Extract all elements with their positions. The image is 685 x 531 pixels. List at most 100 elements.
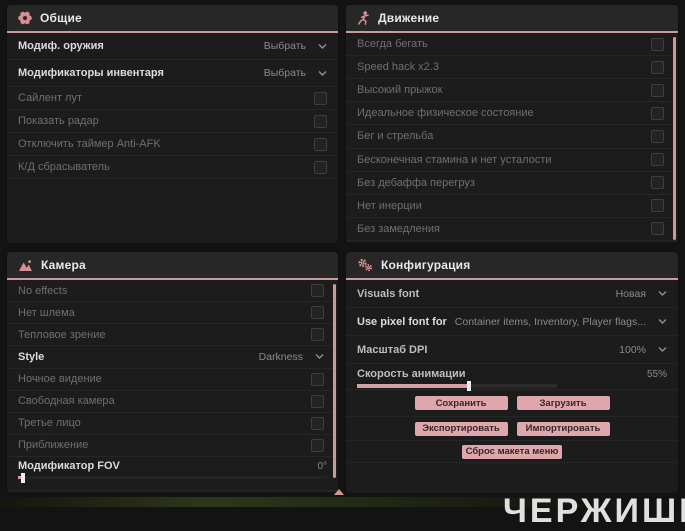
- gears-icon: [358, 258, 373, 272]
- toggle-label: Высокий прыжок: [357, 84, 443, 97]
- image-icon: [19, 259, 32, 271]
- animation-speed-row: Скорость анимации 55%: [346, 364, 678, 391]
- toggle-label: Приближение: [18, 439, 89, 452]
- slider-value: 55%: [646, 368, 667, 380]
- panel-movement: Движение Всегда бегать Speed hack x2.3 В…: [346, 5, 678, 243]
- checkbox[interactable]: [651, 222, 664, 236]
- toggle-label: No effects: [18, 284, 68, 297]
- checkbox[interactable]: [311, 394, 324, 408]
- toggle-row: Всегда бегать: [346, 33, 678, 57]
- checkbox[interactable]: [651, 199, 664, 213]
- toggle-label: Отключить таймер Anti-AFK: [18, 138, 161, 150]
- panel-title: Общие: [40, 11, 82, 25]
- fov-modifier-row: Модификатор FOV 0°: [7, 457, 338, 491]
- dropdown-row: Модификаторы инвентаря Выбрать: [7, 60, 338, 87]
- panel-camera-header[interactable]: Камера: [7, 252, 338, 280]
- checkbox[interactable]: [311, 284, 324, 298]
- toggle-row: Приближение: [7, 435, 338, 457]
- toggle-label: Тепловое зрение: [18, 328, 106, 341]
- checkbox[interactable]: [651, 83, 664, 97]
- toggle-row: Без замедления: [346, 218, 678, 241]
- reset-layout-button[interactable]: Сброс макета меню: [462, 444, 562, 459]
- chevron-down-icon: [658, 291, 667, 296]
- toggle-row: Тепловое зрение: [7, 324, 338, 347]
- checkbox[interactable]: [651, 37, 664, 51]
- style-dropdown[interactable]: Darkness: [259, 351, 324, 363]
- chevron-down-icon: [658, 347, 667, 352]
- toggle-row: Высокий прыжок: [346, 79, 678, 103]
- checkbox[interactable]: [314, 160, 327, 174]
- dropdown-label: Use pixel font for: [357, 315, 447, 328]
- dropdown-row: Модиф. оружия Выбрать: [7, 33, 338, 60]
- config-buttons-row-2: Экспортировать Импортировать: [346, 417, 678, 441]
- import-button[interactable]: Импортировать: [516, 421, 610, 436]
- toggle-row: Сайлент лут: [7, 87, 338, 110]
- toggle-label: Без замедления: [357, 222, 440, 235]
- watermark-text: ЧЕРЖИШЕ: [503, 492, 685, 530]
- panel-general-header[interactable]: Общие: [7, 5, 338, 33]
- checkbox[interactable]: [314, 114, 327, 128]
- panel-general: Общие Модиф. оружия Выбрать Модификаторы…: [7, 5, 338, 243]
- dropdown-value: Darkness: [258, 350, 303, 363]
- checkbox[interactable]: [651, 60, 664, 74]
- animation-speed-slider-fill: [357, 384, 467, 388]
- save-button[interactable]: Сохранить: [414, 396, 508, 410]
- animation-speed-slider-handle[interactable]: [467, 381, 471, 391]
- checkbox[interactable]: [311, 438, 324, 452]
- dropdown-value: 100%: [619, 343, 646, 356]
- fov-slider-track[interactable]: [18, 472, 327, 483]
- export-button[interactable]: Экспортировать: [414, 421, 508, 436]
- toggle-row: К/Д сбрасыватель: [7, 156, 338, 179]
- checkbox[interactable]: [651, 153, 664, 167]
- pixel-font-dropdown[interactable]: Container items, Inventory, Player flags…: [455, 316, 667, 328]
- dropdown-label: Visuals font: [357, 287, 420, 300]
- toggle-label: Идеальное физическое состояние: [357, 107, 534, 120]
- toggle-row: Нет инерции: [346, 195, 678, 218]
- dropdown-label: Модификаторы инвентаря: [18, 67, 164, 79]
- toggle-row: Нет шлема: [7, 302, 338, 325]
- checkbox[interactable]: [311, 372, 324, 386]
- toggle-label: К/Д сбрасыватель: [18, 161, 110, 173]
- chevron-down-icon: [318, 70, 327, 76]
- fov-slider-handle[interactable]: [21, 472, 26, 483]
- toggle-row: Ночное видение: [7, 369, 338, 391]
- dropdown-value: Container items, Inventory, Player flags…: [454, 315, 646, 328]
- checkbox[interactable]: [651, 106, 664, 120]
- toggle-label: Сайлент лут: [18, 92, 82, 104]
- scrollbar[interactable]: [333, 284, 336, 478]
- panel-config-header[interactable]: Конфигурация: [346, 252, 678, 280]
- flower-icon: [18, 11, 32, 25]
- panel-general-rows: Модиф. оружия Выбрать Модификаторы инвен…: [7, 33, 338, 179]
- toggle-row: Отключить таймер Anti-AFK: [7, 133, 338, 156]
- dropdown-value: Выбрать: [263, 67, 306, 79]
- dropdown-label: Style: [18, 350, 45, 363]
- chevron-down-icon: [315, 354, 324, 360]
- resize-handle[interactable]: [334, 489, 344, 495]
- config-buttons-row-1: Сохранить Загрузить: [346, 390, 678, 417]
- animation-speed-slider-track[interactable]: [357, 381, 557, 391]
- dpi-scale-dropdown[interactable]: 100%: [619, 344, 667, 356]
- inventory-mods-dropdown[interactable]: Выбрать: [264, 67, 327, 79]
- visuals-font-dropdown[interactable]: Новая: [616, 288, 667, 300]
- config-buttons-row-3: Сброс макета меню: [346, 441, 678, 463]
- checkbox[interactable]: [311, 306, 324, 320]
- panel-camera: Камера No effects Нет шлема Тепловое зре…: [7, 252, 338, 493]
- checkbox[interactable]: [311, 416, 324, 430]
- scrollbar[interactable]: [673, 37, 676, 240]
- toggle-row: Свободная камера: [7, 391, 338, 413]
- dropdown-row: Visuals font Новая: [346, 280, 678, 308]
- checkbox[interactable]: [651, 176, 664, 190]
- slider-label: Модификатор FOV: [18, 460, 120, 472]
- toggle-row: Третье лицо: [7, 413, 338, 435]
- checkbox[interactable]: [314, 91, 327, 105]
- toggle-label: Нет шлема: [18, 306, 75, 319]
- toggle-row: Идеальное физическое состояние: [346, 102, 678, 126]
- panel-movement-header[interactable]: Движение: [346, 5, 678, 33]
- dropdown-label: Масштаб DPI: [357, 343, 428, 356]
- toggle-label: Speed hack x2.3: [357, 61, 439, 74]
- checkbox[interactable]: [311, 328, 324, 342]
- load-button[interactable]: Загрузить: [516, 396, 610, 410]
- checkbox[interactable]: [314, 137, 327, 151]
- weapon-mod-dropdown[interactable]: Выбрать: [264, 40, 327, 52]
- checkbox[interactable]: [651, 129, 664, 143]
